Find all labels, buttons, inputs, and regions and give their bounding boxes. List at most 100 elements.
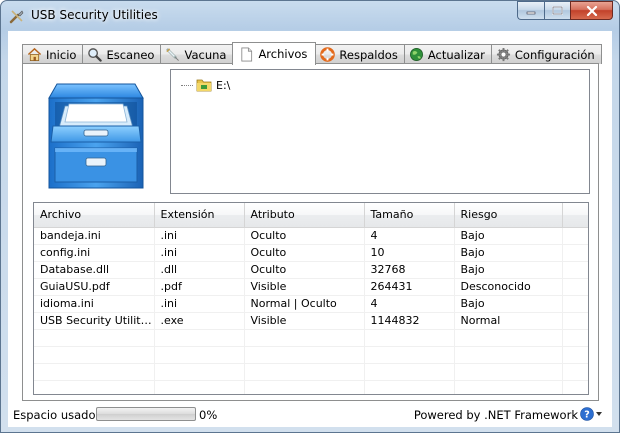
drive-tree[interactable]: E:\ (170, 69, 590, 194)
cell-riesgo: Bajo (454, 295, 563, 313)
cell-filler (562, 244, 588, 262)
app-window: USB Security Utilities Inicio Escaneo Va… (0, 0, 620, 433)
cell-archivo: bandeja.ini (34, 227, 155, 245)
tab-label: Actualizar (427, 47, 485, 62)
table-row[interactable]: USB Security Utilitie... .exe Visible 11… (34, 312, 588, 330)
maximize-button[interactable] (544, 1, 570, 20)
table-row[interactable]: GuiaUSU.pdf .pdf Visible 264431 Desconoc… (34, 278, 588, 296)
cell-archivo: config.ini (34, 244, 155, 262)
tree-root-label: E:\ (216, 78, 231, 92)
cell-filler (562, 295, 588, 313)
archivos-panel: E:\ Archivo Extensión Atributo Tamaño Ri… (22, 63, 599, 401)
close-button[interactable] (570, 1, 613, 20)
minimize-button[interactable] (517, 1, 544, 20)
tab-strip: Inicio Escaneo Vacuna Archivos Respaldos… (22, 42, 602, 65)
column-header-archivo[interactable]: Archivo (34, 203, 155, 228)
cell-extension: .pdf (154, 278, 245, 296)
files-grid: Archivo Extensión Atributo Tamaño Riesgo… (34, 203, 588, 394)
cell-atributo: Oculto (244, 261, 365, 279)
tab-label: Vacuna (184, 47, 227, 62)
lifebuoy-icon (320, 47, 336, 62)
tab-escaneo[interactable]: Escaneo (82, 44, 162, 64)
cell-atributo: Visible (244, 278, 365, 296)
tab-vacuna[interactable]: Vacuna (160, 44, 234, 64)
column-header-extension[interactable]: Extensión (154, 203, 245, 228)
used-space-label: Espacio usado: (13, 408, 100, 422)
tab-respaldos[interactable]: Respaldos (315, 44, 405, 64)
used-space-percent: 0% (199, 408, 218, 422)
svg-text:?: ? (584, 410, 590, 421)
table-header-row: Archivo Extensión Atributo Tamaño Riesgo (34, 203, 588, 228)
tree-node-root[interactable]: E:\ (181, 77, 230, 93)
cell-tamano: 10 (364, 244, 455, 262)
cell-tamano: 4 (364, 227, 455, 245)
tree-connector (181, 84, 193, 86)
cell-archivo: Database.dll (34, 261, 155, 279)
cell-extension: .ini (154, 295, 245, 313)
cell-archivo: idioma.ini (34, 295, 155, 313)
table-empty-row (34, 329, 588, 347)
used-space-progress (96, 407, 196, 421)
home-icon (27, 47, 42, 61)
window-title: USB Security Utilities (31, 8, 158, 22)
cell-tamano: 1144832 (364, 312, 455, 330)
tab-archivos[interactable]: Archivos (232, 42, 317, 65)
cell-extension: .exe (154, 312, 245, 330)
help-icon[interactable]: ? (580, 407, 594, 421)
tab-label: Configuración (514, 47, 595, 62)
powered-by-label: Powered by .NET Framework (413, 408, 578, 422)
caption-buttons (517, 1, 613, 20)
globe-icon (409, 48, 423, 61)
cell-riesgo: Normal (454, 312, 563, 330)
cell-filler (562, 227, 588, 245)
cell-riesgo: Desconocido (454, 278, 563, 296)
cell-filler (562, 312, 588, 330)
tab-label: Inicio (46, 47, 77, 62)
status-bar: Espacio usado: 0% Powered by .NET Framew… (8, 402, 612, 427)
client-area: Inicio Escaneo Vacuna Archivos Respaldos… (8, 31, 612, 427)
table-row[interactable]: Database.dll .dll Oculto 32768 Bajo (34, 261, 588, 279)
table-row[interactable]: bandeja.ini .ini Oculto 4 Bajo (34, 227, 588, 245)
cell-atributo: Normal | Oculto (244, 295, 365, 313)
gear-icon (496, 47, 510, 62)
tab-inicio[interactable]: Inicio (22, 44, 84, 64)
tab-label: Escaneo (106, 47, 155, 62)
document-icon (241, 47, 253, 61)
cell-tamano: 4 (364, 295, 455, 313)
close-icon (586, 5, 597, 16)
cell-riesgo: Bajo (454, 244, 563, 262)
cell-extension: .ini (154, 227, 245, 245)
magnifier-icon (88, 48, 103, 62)
cell-extension: .dll (154, 261, 245, 279)
cell-atributo: Oculto (244, 244, 365, 262)
cell-atributo: Oculto (244, 227, 365, 245)
column-header-tamano[interactable]: Tamaño (364, 203, 455, 228)
tab-label: Archivos (258, 47, 308, 61)
table-row[interactable]: idioma.ini .ini Normal | Oculto 4 Bajo (34, 295, 588, 313)
cell-filler (562, 278, 588, 296)
minimize-icon (526, 11, 536, 14)
title-bar[interactable]: USB Security Utilities (1, 1, 619, 31)
table-empty-row (34, 380, 588, 394)
column-header-riesgo[interactable]: Riesgo (454, 203, 563, 228)
folder-icon (196, 79, 212, 92)
column-header-filler (562, 203, 588, 228)
cell-atributo: Visible (244, 312, 365, 330)
table-empty-row (34, 346, 588, 364)
cell-riesgo: Bajo (454, 227, 563, 245)
table-row[interactable]: config.ini .ini Oculto 10 Bajo (34, 244, 588, 262)
table-empty-row (34, 363, 588, 381)
cell-archivo: GuiaUSU.pdf (34, 278, 155, 296)
tab-label: Respaldos (339, 47, 398, 62)
column-header-atributo[interactable]: Atributo (244, 203, 365, 228)
syringe-icon (166, 48, 180, 61)
cell-tamano: 264431 (364, 278, 455, 296)
chevron-down-icon[interactable] (596, 412, 602, 416)
tab-actualizar[interactable]: Actualizar (403, 44, 492, 64)
file-cabinet-icon (48, 83, 144, 189)
files-table[interactable]: Archivo Extensión Atributo Tamaño Riesgo… (33, 202, 589, 395)
cell-extension: .ini (154, 244, 245, 262)
cell-filler (562, 261, 588, 279)
tools-icon (9, 10, 24, 24)
tab-configuracion[interactable]: Configuración (490, 44, 602, 64)
